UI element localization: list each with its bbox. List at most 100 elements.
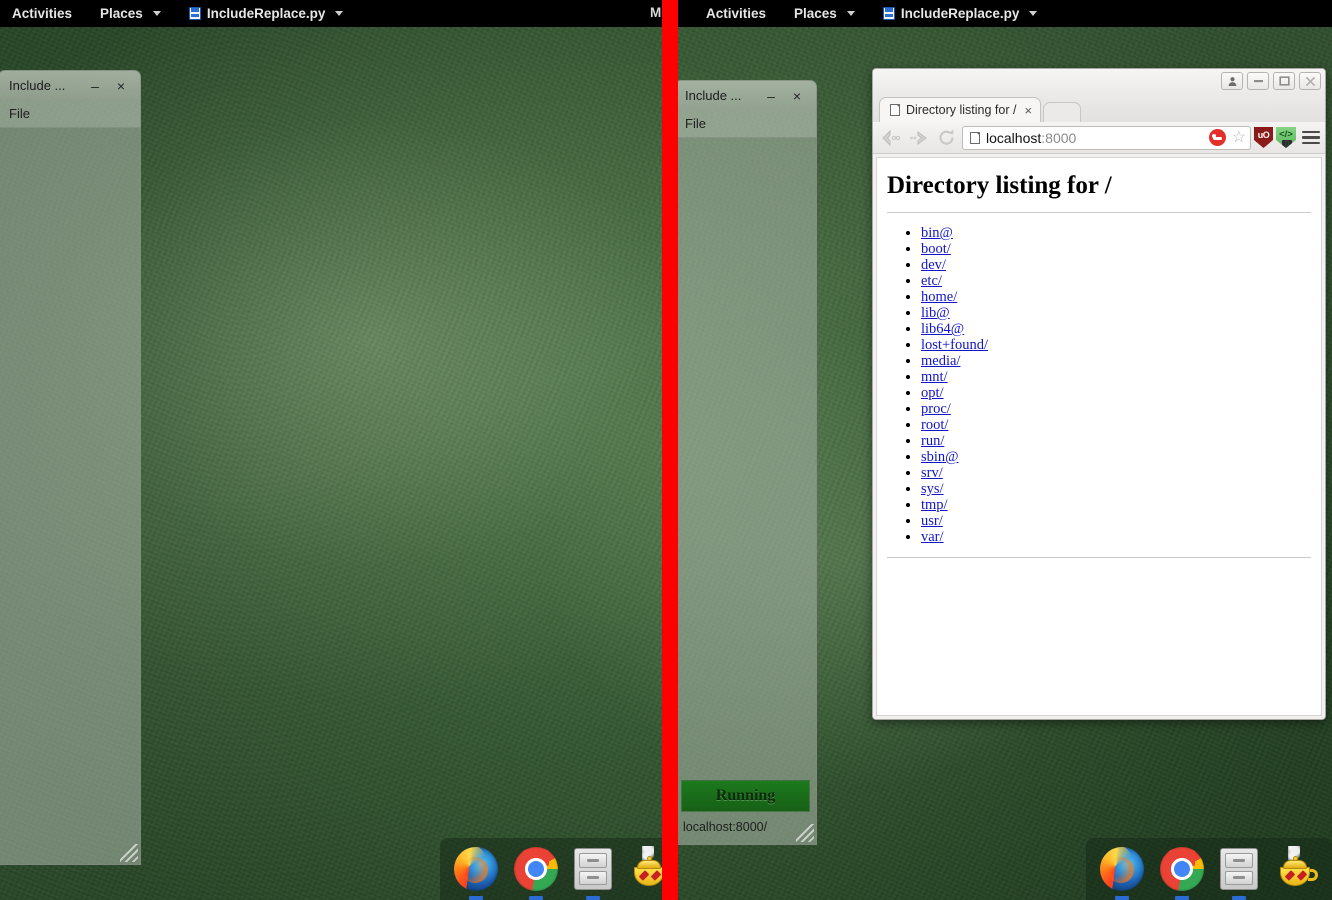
directory-link[interactable]: media/ — [921, 353, 960, 369]
activities-button-left[interactable]: Activities — [0, 0, 86, 27]
list-item: lib64@ — [921, 321, 1311, 337]
window-titlebar-left[interactable]: Include ... – × — [0, 70, 141, 100]
clock-label: M — [650, 5, 662, 20]
server-url-label: localhost:8000/ — [683, 820, 768, 834]
running-indicator — [586, 896, 600, 900]
page-info-icon[interactable] — [970, 131, 980, 144]
app-menu-left[interactable]: IncludeReplace.py — [175, 0, 358, 27]
running-indicator — [1115, 896, 1129, 900]
activities-label: Activities — [706, 6, 767, 21]
directory-link[interactable]: lost+found/ — [921, 337, 988, 353]
close-button-middle[interactable]: × — [784, 89, 810, 103]
hamburger-menu-icon[interactable] — [1302, 130, 1320, 145]
minimize-button-middle[interactable]: – — [758, 89, 784, 103]
chevron-down-icon — [846, 11, 855, 16]
list-item: srv/ — [921, 465, 1311, 481]
dock-item-files-right[interactable] — [1220, 846, 1258, 900]
dock-item-files-left[interactable] — [574, 846, 612, 900]
resize-grip-left[interactable] — [120, 844, 138, 862]
restore-button[interactable] — [1273, 72, 1295, 90]
noscript-badge: 0 — [1282, 140, 1293, 148]
new-tab-button[interactable] — [1043, 102, 1082, 122]
directory-link[interactable]: tmp/ — [921, 497, 948, 513]
dock-item-lamp-right[interactable] — [1274, 846, 1320, 892]
dock-item-lamp-left[interactable] — [628, 846, 666, 892]
genie-lamp-icon — [1274, 846, 1320, 890]
resize-grip-middle[interactable] — [796, 824, 814, 842]
back-button[interactable] — [878, 125, 903, 150]
firefox-icon — [454, 847, 498, 891]
file-menu-left[interactable]: File — [9, 106, 30, 121]
directory-link[interactable]: lib64@ — [921, 321, 964, 337]
page-content: Directory listing for / bin@boot/dev/etc… — [876, 157, 1322, 716]
genie-lamp-icon — [628, 846, 666, 890]
navigation-toolbar: localhost:8000 ☆ uO </> 0 — [873, 122, 1325, 154]
file-menu-middle[interactable]: File — [685, 116, 706, 131]
firefox-browser-window[interactable]: Directory listing for / × localhost:8000… — [872, 68, 1326, 720]
directory-link[interactable]: usr/ — [921, 513, 943, 529]
close-button-left[interactable]: × — [108, 79, 134, 93]
directory-link[interactable]: mnt/ — [921, 369, 948, 385]
directory-link[interactable]: sys/ — [921, 481, 944, 497]
activities-label: Activities — [12, 6, 73, 21]
browser-titlebar[interactable] — [873, 69, 1325, 95]
window-body-left — [0, 128, 141, 865]
directory-link[interactable]: srv/ — [921, 465, 943, 481]
dock-item-firefox-left[interactable] — [454, 846, 498, 900]
noscript-icon[interactable]: </> 0 — [1276, 127, 1296, 148]
include-replace-window-middle[interactable]: Include ... – × File Running localhost:8… — [674, 80, 817, 845]
running-status-button[interactable]: Running — [681, 780, 810, 812]
tab-directory-listing[interactable]: Directory listing for / × — [879, 97, 1042, 122]
places-menu-right[interactable]: Places — [780, 0, 869, 27]
directory-link[interactable]: root/ — [921, 417, 948, 433]
divider-top — [887, 212, 1311, 213]
window-titlebar-middle[interactable]: Include ... – × — [674, 80, 817, 110]
places-menu-left[interactable]: Places — [86, 0, 175, 27]
minimize-button-left[interactable]: – — [82, 79, 108, 93]
list-item: lib@ — [921, 305, 1311, 321]
ublock-origin-icon[interactable]: uO — [1254, 127, 1273, 148]
dock-item-firefox-right[interactable] — [1100, 846, 1144, 900]
menubar-middle[interactable]: File — [674, 110, 817, 138]
reload-button[interactable] — [934, 125, 959, 150]
address-bar[interactable]: localhost:8000 ☆ — [962, 125, 1251, 150]
app-menu-right[interactable]: IncludeReplace.py — [869, 0, 1052, 27]
directory-link[interactable]: lib@ — [921, 305, 950, 321]
dock-item-chrome-right[interactable] — [1160, 846, 1204, 900]
tab-title: Directory listing for / — [906, 103, 1017, 117]
red-divider-bar — [662, 0, 678, 900]
directory-link[interactable]: sbin@ — [921, 449, 959, 465]
directory-link[interactable]: dev/ — [921, 257, 946, 273]
directory-link[interactable]: etc/ — [921, 273, 942, 289]
window-title-left: Include ... — [9, 78, 66, 93]
directory-link[interactable]: proc/ — [921, 401, 951, 417]
bookmark-star-icon[interactable]: ☆ — [1232, 129, 1246, 146]
account-button[interactable] — [1221, 72, 1243, 90]
menubar-left[interactable]: File — [0, 100, 141, 128]
list-item: bin@ — [921, 225, 1311, 241]
directory-link[interactable]: run/ — [921, 433, 944, 449]
forward-button[interactable] — [906, 125, 931, 150]
list-item: opt/ — [921, 385, 1311, 401]
directory-link[interactable]: opt/ — [921, 385, 944, 401]
directory-link[interactable]: var/ — [921, 529, 944, 545]
url-host: localhost — [986, 129, 1042, 146]
directory-link[interactable]: home/ — [921, 289, 957, 305]
python-app-icon — [882, 7, 895, 20]
list-item: mnt/ — [921, 369, 1311, 385]
file-cabinet-icon — [574, 848, 612, 890]
running-indicator — [469, 896, 483, 900]
tab-close-icon[interactable]: × — [1024, 103, 1032, 118]
dock-item-chrome-left[interactable] — [514, 846, 558, 900]
minimize-button[interactable] — [1247, 72, 1269, 90]
close-button[interactable] — [1299, 72, 1321, 90]
include-replace-window-left[interactable]: Include ... – × File — [0, 70, 141, 865]
directory-link[interactable]: boot/ — [921, 241, 951, 257]
list-item: root/ — [921, 417, 1311, 433]
directory-link[interactable]: bin@ — [921, 225, 953, 241]
page-title: Directory listing for / — [887, 172, 1112, 199]
activities-button-right[interactable]: Activities — [666, 0, 780, 27]
app-menu-label: IncludeReplace.py — [900, 6, 1020, 21]
reader-mode-icon[interactable] — [1208, 129, 1226, 146]
list-item: boot/ — [921, 241, 1311, 257]
